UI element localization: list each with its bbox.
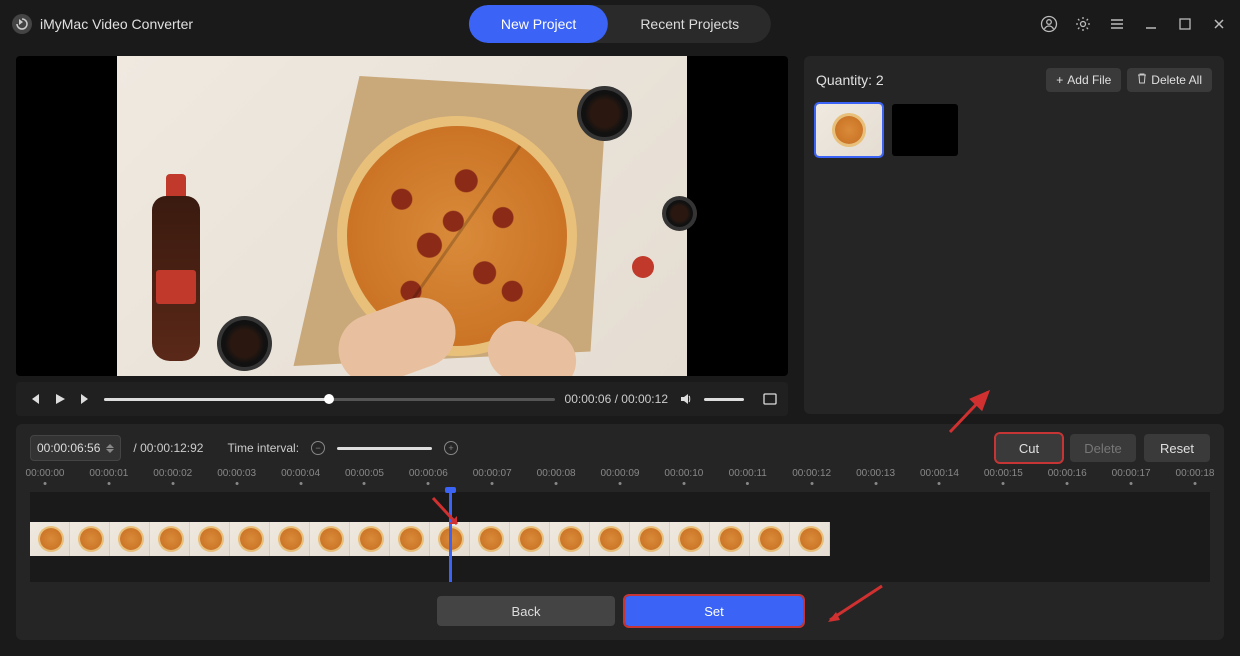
timecode-stepper[interactable] xyxy=(106,444,114,453)
ruler-tick: 00:00:13 xyxy=(856,468,895,485)
clip-frame xyxy=(750,522,790,556)
clip-frame xyxy=(190,522,230,556)
timeline-track[interactable] xyxy=(30,492,1210,582)
app-brand: iMyMac Video Converter xyxy=(12,14,193,34)
player-controls: 00:00:06 / 00:00:12 xyxy=(16,382,788,416)
play-icon[interactable] xyxy=(52,392,68,406)
clip-frame xyxy=(510,522,550,556)
ruler-tick: 00:00:09 xyxy=(601,468,640,485)
app-logo-icon xyxy=(12,14,32,34)
clip-frame xyxy=(790,522,830,556)
interval-label: Time interval: xyxy=(227,441,299,455)
playhead[interactable] xyxy=(449,492,452,582)
ruler-tick: 00:00:18 xyxy=(1176,468,1215,485)
add-file-button[interactable]: + Add File xyxy=(1046,68,1121,92)
ruler-tick: 00:00:14 xyxy=(920,468,959,485)
ruler-tick: 00:00:00 xyxy=(26,468,65,485)
settings-icon[interactable] xyxy=(1074,15,1092,33)
duration-label: / 00:00:12:92 xyxy=(133,441,203,455)
app-title: iMyMac Video Converter xyxy=(40,16,193,32)
clip-frame xyxy=(550,522,590,556)
minimize-icon[interactable] xyxy=(1142,15,1160,33)
skip-back-icon[interactable] xyxy=(26,392,42,406)
tab-recent-projects[interactable]: Recent Projects xyxy=(608,5,771,43)
clip-frame xyxy=(270,522,310,556)
ruler-tick: 00:00:07 xyxy=(473,468,512,485)
ruler-tick: 00:00:17 xyxy=(1112,468,1151,485)
timeline-panel: 00:00:06:56 / 00:00:12:92 Time interval:… xyxy=(16,424,1224,640)
clip-frame xyxy=(30,522,70,556)
menu-icon[interactable] xyxy=(1108,15,1126,33)
ruler-tick: 00:00:15 xyxy=(984,468,1023,485)
clip-frame xyxy=(670,522,710,556)
ruler-tick: 00:00:06 xyxy=(409,468,448,485)
ruler-tick: 00:00:16 xyxy=(1048,468,1087,485)
reset-button[interactable]: Reset xyxy=(1144,434,1210,462)
ruler-tick: 00:00:05 xyxy=(345,468,384,485)
maximize-icon[interactable] xyxy=(1176,15,1194,33)
clip-frame xyxy=(390,522,430,556)
set-button[interactable]: Set xyxy=(625,596,803,626)
clip-strip[interactable] xyxy=(30,522,830,556)
video-content xyxy=(117,56,687,376)
clip-panel: Quantity: 2 + Add File Delete All xyxy=(804,56,1224,414)
title-bar: iMyMac Video Converter New Project Recen… xyxy=(0,0,1240,48)
volume-track[interactable] xyxy=(704,398,744,401)
trash-icon xyxy=(1137,73,1147,87)
clip-frame xyxy=(110,522,150,556)
fullscreen-icon[interactable] xyxy=(762,391,778,407)
zoom-out-icon[interactable]: − xyxy=(311,441,325,455)
main-area: 00:00:06 / 00:00:12 Quantity: 2 + Add Fi… xyxy=(0,48,1240,420)
clip-frame xyxy=(310,522,350,556)
top-tabs: New Project Recent Projects xyxy=(469,5,771,43)
quantity-label: Quantity: 2 xyxy=(816,72,884,88)
clip-thumbnail-2[interactable] xyxy=(892,104,958,156)
ruler-tick: 00:00:03 xyxy=(217,468,256,485)
clip-frame xyxy=(470,522,510,556)
ruler-tick: 00:00:12 xyxy=(792,468,831,485)
preview-column: 00:00:06 / 00:00:12 xyxy=(16,56,788,416)
clip-frame xyxy=(70,522,110,556)
ruler-tick: 00:00:08 xyxy=(537,468,576,485)
account-icon[interactable] xyxy=(1040,15,1058,33)
window-controls xyxy=(1040,15,1228,33)
video-preview[interactable] xyxy=(16,56,788,376)
progress-track[interactable] xyxy=(104,398,555,401)
back-button[interactable]: Back xyxy=(437,596,615,626)
ruler-tick: 00:00:04 xyxy=(281,468,320,485)
clip-thumbnail-1[interactable] xyxy=(816,104,882,156)
cut-button[interactable]: Cut xyxy=(996,434,1062,462)
plus-icon: + xyxy=(1056,73,1063,87)
ruler-tick: 00:00:02 xyxy=(153,468,192,485)
tab-new-project[interactable]: New Project xyxy=(469,5,608,43)
clip-frame xyxy=(150,522,190,556)
clip-frame xyxy=(350,522,390,556)
skip-forward-icon[interactable] xyxy=(78,392,94,406)
clip-frame xyxy=(590,522,630,556)
ruler-tick: 00:00:01 xyxy=(89,468,128,485)
interval-slider[interactable] xyxy=(337,447,432,450)
clip-frame xyxy=(230,522,270,556)
volume-icon[interactable] xyxy=(678,392,694,406)
timeline-ruler[interactable]: 00:00:0000:00:0100:00:0200:00:0300:00:04… xyxy=(30,468,1210,492)
delete-button[interactable]: Delete xyxy=(1070,434,1136,462)
time-display: 00:00:06 / 00:00:12 xyxy=(565,392,668,406)
zoom-in-icon[interactable]: + xyxy=(444,441,458,455)
timecode-input[interactable]: 00:00:06:56 xyxy=(30,435,121,461)
delete-all-button[interactable]: Delete All xyxy=(1127,68,1212,92)
ruler-tick: 00:00:11 xyxy=(729,468,767,485)
clip-frame xyxy=(630,522,670,556)
clip-frame xyxy=(710,522,750,556)
ruler-tick: 00:00:10 xyxy=(664,468,703,485)
close-icon[interactable] xyxy=(1210,15,1228,33)
